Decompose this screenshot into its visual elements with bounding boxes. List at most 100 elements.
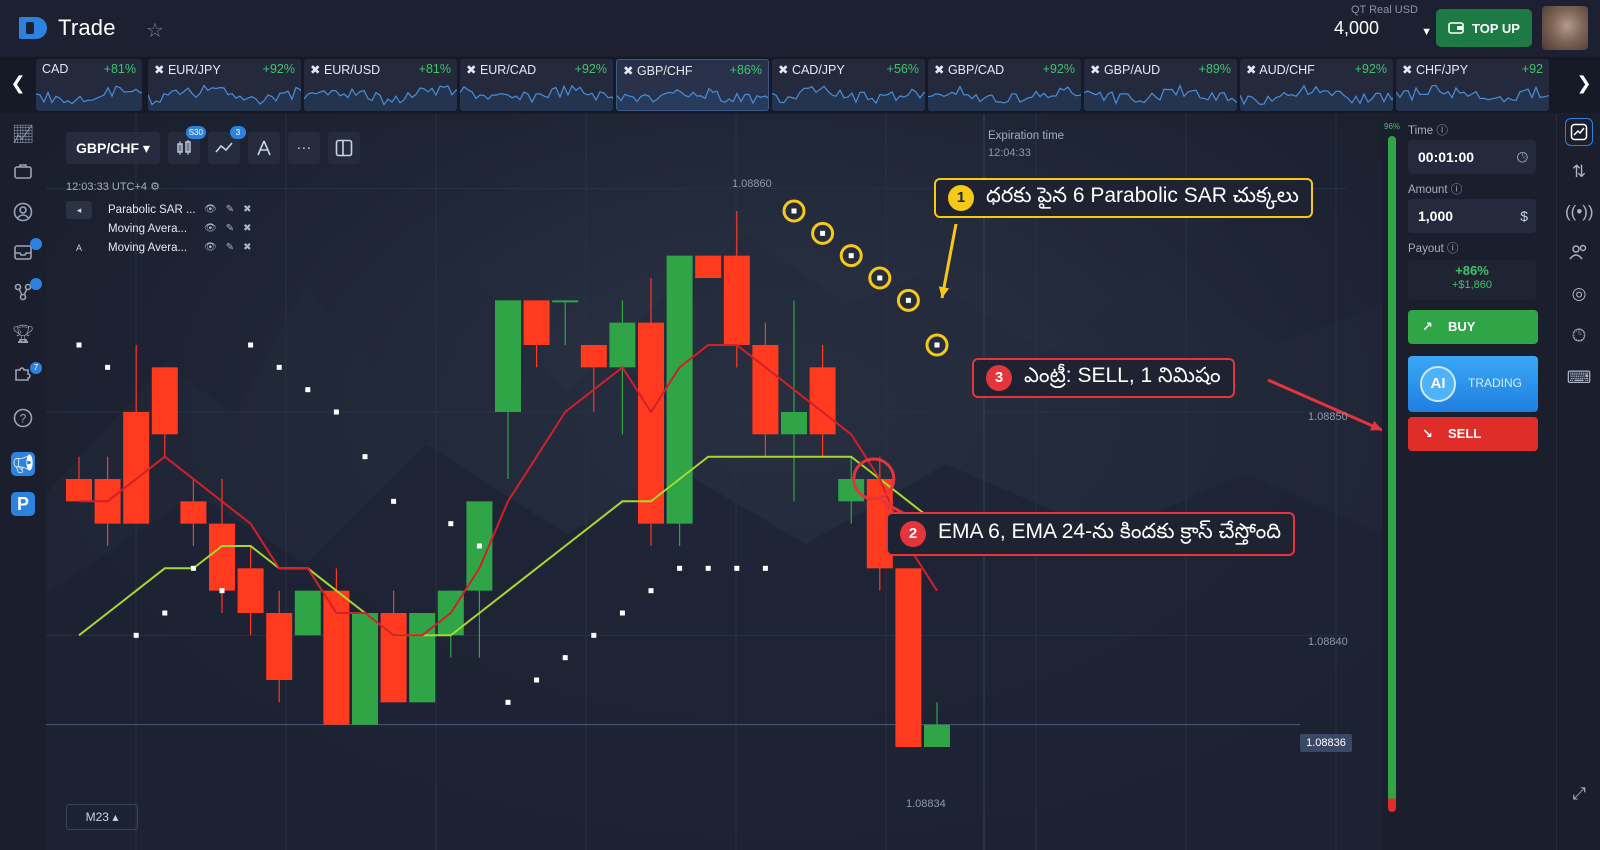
chart-line-icon[interactable]: 📈︎: [11, 122, 35, 146]
logo-icon: [19, 17, 47, 39]
chevron-left-icon[interactable]: ❮: [2, 73, 34, 94]
bearish-candle: [237, 546, 264, 636]
ai-trading-button[interactable]: AI TRADING: [1408, 356, 1538, 412]
app-shortcut-icon[interactable]: P: [11, 492, 35, 516]
balance-value: 4,000: [1334, 18, 1380, 38]
candle-body: [266, 613, 293, 680]
clock-text: 12:03:33 UTC+4: [66, 181, 148, 193]
payout-amount: +$1,860: [1451, 279, 1493, 291]
target-icon[interactable]: ◎: [1565, 280, 1593, 308]
indicator-row[interactable]: A Moving Avera... 👁︎✎✖: [66, 238, 260, 257]
trades-updown-icon[interactable]: ⇅: [1565, 158, 1593, 186]
ticker-name: ✖ CAD/JPY: [778, 63, 845, 77]
indicator-toggle[interactable]: A: [66, 239, 92, 257]
gear-icon[interactable]: ⚙: [150, 181, 160, 193]
current-price-label: 1.08836: [1300, 734, 1352, 752]
megaphone-icon[interactable]: 📢︎: [11, 452, 35, 476]
history-icon[interactable]: 🕑︎: [1565, 322, 1593, 350]
amount-input[interactable]: 1,000 $: [1408, 199, 1536, 233]
callout-arrow-head: [938, 286, 950, 298]
chart-view-icon[interactable]: [1565, 118, 1593, 146]
price-label-top: 1.08860: [732, 178, 772, 190]
pair-selector[interactable]: GBP/CHF ▾: [66, 132, 160, 164]
help-icon[interactable]: ?: [11, 408, 35, 432]
chart-area[interactable]: GBP/CHF ▾ S30 3 ··· 12:03:33 UTC+4 ⚙ ◂ Pa…: [46, 114, 1382, 850]
caret-down-icon: ▼: [1421, 26, 1432, 38]
expiration-value: 12:04:33: [988, 147, 1031, 159]
ticker-eur-cad[interactable]: ✖ EUR/CAD +92%: [460, 59, 613, 111]
indicators-button[interactable]: 3: [207, 126, 246, 164]
candle-type-button[interactable]: S30: [167, 126, 206, 164]
candle-body: [609, 322, 636, 368]
ticker-percent: +56%: [886, 62, 919, 76]
sar-dot: [248, 342, 254, 348]
ticker-gbp-cad[interactable]: ✖ GBP/CAD +92%: [928, 59, 1081, 111]
callout-text: ధరకు పైన 6 Parabolic SAR చుక్కలు: [986, 183, 1299, 207]
more-options-button[interactable]: ···: [287, 132, 320, 164]
indicator-toggle[interactable]: [66, 220, 92, 238]
sar-dot: [362, 454, 368, 460]
indicator-row[interactable]: Moving Avera... 👁︎✎✖: [66, 219, 260, 238]
top-up-button[interactable]: TOP UP: [1436, 9, 1532, 47]
app-name: Trade: [58, 15, 116, 40]
ticker-name: ✖ CHF/JPY: [1402, 63, 1469, 77]
ticker-cad[interactable]: CAD +81%: [36, 59, 142, 111]
ticker-sparkline: [772, 85, 925, 111]
user-avatar[interactable]: [1542, 6, 1588, 50]
indicator-actions-icons[interactable]: 👁︎✎✖: [204, 242, 260, 253]
users-icon[interactable]: [1565, 238, 1593, 266]
indicator-row[interactable]: ◂ Parabolic SAR ... 👁︎✎✖: [66, 200, 260, 219]
callout-ema-cross: 2 EMA 6, EMA 24-ను కిందకు క్రాస్ చేస్తోం…: [886, 512, 1296, 556]
signals-icon[interactable]: ((•)): [1565, 198, 1594, 226]
clock-icon[interactable]: 🕒︎: [1517, 140, 1528, 174]
payout-box: +86% +$1,860: [1408, 260, 1536, 300]
logo[interactable]: Trade: [18, 14, 116, 42]
account-balance[interactable]: QT Real USD 4,000 ▼: [1334, 4, 1432, 46]
candle-body: [580, 345, 607, 368]
candle-body: [409, 613, 436, 703]
bullish-candle: [352, 613, 378, 725]
top-bar: Trade ☆ QT Real USD 4,000 ▼ TOP UP: [0, 0, 1600, 56]
ticker-eur-jpy[interactable]: ✖ EUR/JPY +92%: [148, 59, 301, 111]
drawing-tools-button[interactable]: [247, 132, 280, 164]
notification-badge: [30, 278, 42, 290]
dollar-icon[interactable]: $: [1520, 199, 1528, 233]
timeframe-badge: S30: [185, 126, 206, 139]
ai-trading-label: TRADING: [1468, 376, 1522, 390]
ticker-aud-chf[interactable]: ✖ AUD/CHF +92%: [1240, 59, 1393, 111]
keyboard-icon[interactable]: ⌨: [1565, 364, 1593, 392]
sell-button[interactable]: ↘ SELL: [1408, 417, 1538, 451]
ticker-eur-usd[interactable]: ✖ EUR/USD +81%: [304, 59, 457, 111]
briefcase-icon[interactable]: [11, 162, 35, 186]
ticker-gbp-aud[interactable]: ✖ GBP/AUD +89%: [1084, 59, 1237, 111]
candle-body: [752, 345, 779, 435]
indicator-actions-icons[interactable]: 👁︎✎✖: [204, 204, 260, 215]
bullish-candle: [466, 501, 493, 658]
candle-body: [809, 367, 836, 435]
trophy-icon[interactable]: 🏆︎: [11, 322, 35, 346]
timeframe-label: M23: [85, 810, 109, 824]
sar-dot: [162, 610, 168, 616]
candle-body: [552, 300, 579, 303]
timeframe-selector[interactable]: M23 ▴: [66, 804, 138, 830]
bearish-candle: [523, 300, 550, 368]
fullscreen-icon[interactable]: ⤢: [1565, 780, 1593, 808]
count-badge: 7: [30, 362, 42, 374]
collapse-icon[interactable]: ◂: [66, 200, 92, 219]
layout-button[interactable]: [327, 132, 360, 164]
sar-dot: [877, 275, 883, 281]
ticker-cad-jpy[interactable]: ✖ CAD/JPY +56%: [772, 59, 925, 111]
payout-percent: +86%: [1455, 263, 1489, 278]
buy-button[interactable]: ↗ BUY: [1408, 310, 1538, 344]
ticker-sparkline: [1396, 84, 1549, 111]
time-input[interactable]: 00:01:00 🕒︎: [1408, 140, 1536, 174]
user-icon[interactable]: [11, 202, 35, 226]
indicator-actions-icons[interactable]: 👁︎✎✖: [204, 223, 260, 234]
favorite-star-icon[interactable]: ☆: [146, 18, 164, 43]
ticker-gbp-chf[interactable]: ✖ GBP/CHF +86%: [616, 59, 769, 111]
svg-text:?: ?: [20, 412, 27, 426]
ticker-percent: +92: [1521, 62, 1543, 76]
ticker-chf-jpy[interactable]: ✖ CHF/JPY +92: [1396, 59, 1549, 111]
chevron-right-icon[interactable]: ❯: [1568, 73, 1600, 94]
price-label-840: 1.08840: [1308, 636, 1348, 648]
